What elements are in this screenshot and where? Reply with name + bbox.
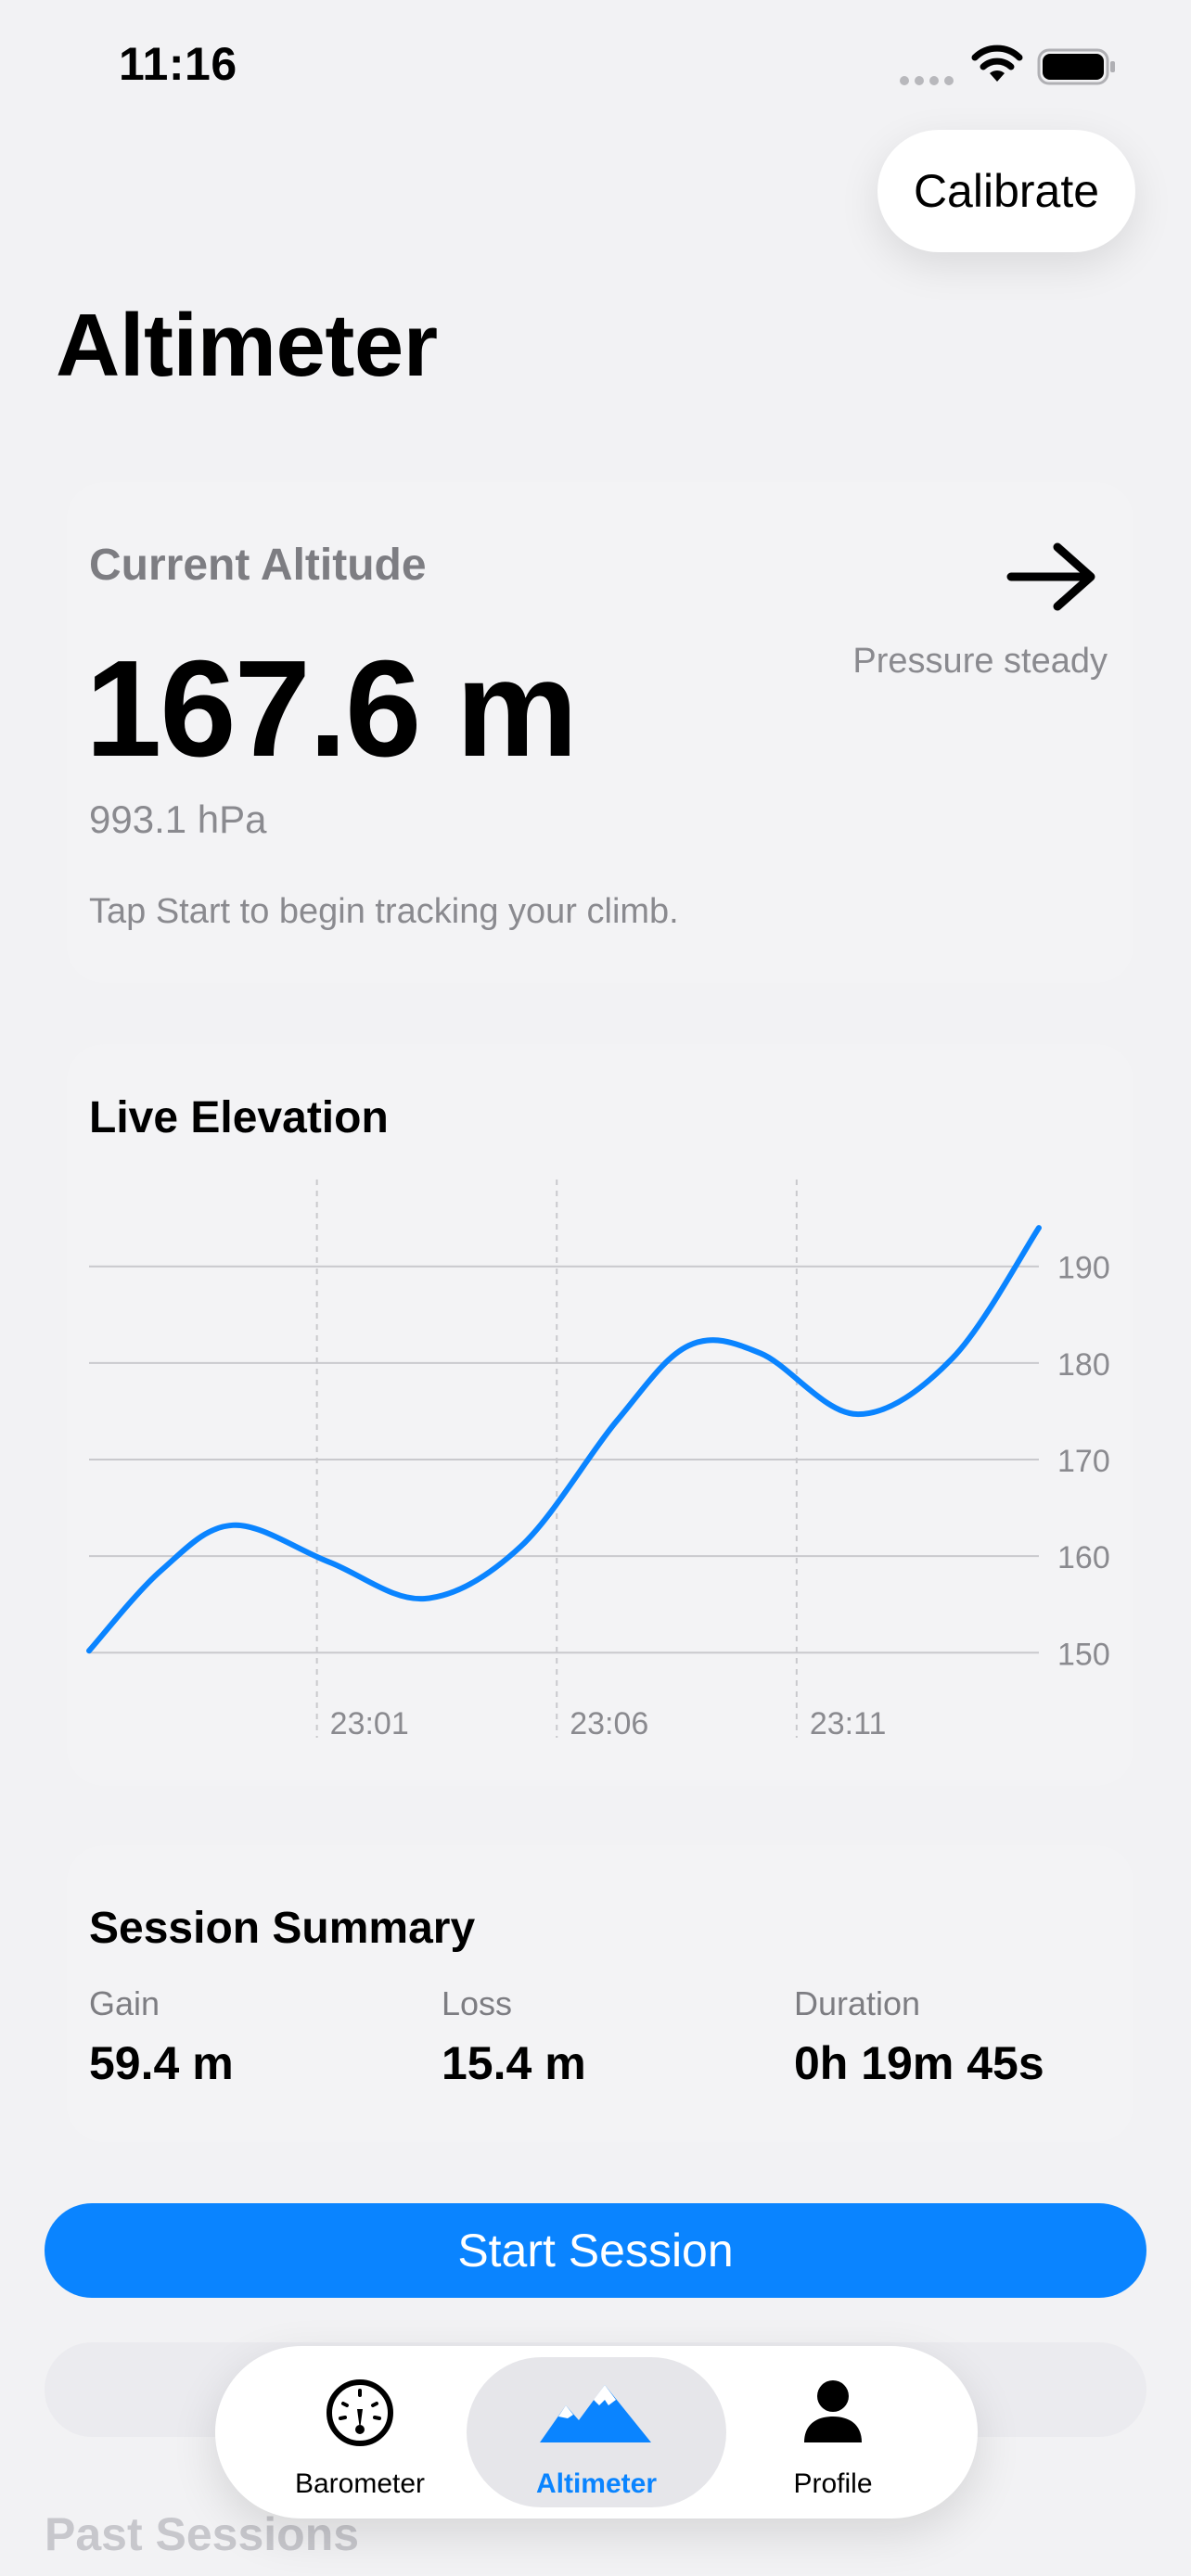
arrow-right-icon: [1006, 542, 1095, 611]
summary-title: Session Summary: [89, 1904, 476, 1953]
person-icon: [804, 2380, 862, 2442]
tab-label-barometer: Barometer: [294, 2468, 426, 2499]
duration-label: Duration: [794, 1984, 921, 2022]
x-tick-label: 23:11: [810, 1706, 887, 1741]
tab-bar: Barometer Altimeter Profile: [215, 2346, 978, 2519]
mountains-icon: [540, 2385, 651, 2442]
start-session-button[interactable]: Start Session: [45, 2203, 1146, 2298]
altitude-value: 167.6 m: [85, 632, 578, 785]
altimeter-screen: 11:16 Calibrate Altimeter Current Altitu…: [0, 0, 1191, 2576]
y-tick-label: 180: [1057, 1347, 1110, 1383]
status-time: 11:16: [119, 38, 237, 90]
x-tick-label: 23:06: [570, 1706, 648, 1741]
pressure-trend-text: Pressure steady: [852, 642, 1108, 681]
loss-value: 15.4 m: [442, 2037, 586, 2089]
battery-icon: [1037, 48, 1115, 85]
loss-label: Loss: [442, 1984, 513, 2022]
altitude-label: Current Altitude: [89, 541, 427, 590]
duration-stat: Duration 0h 19m 45s: [794, 1984, 1044, 2090]
y-tick-label: 150: [1057, 1637, 1110, 1672]
elevation-chart: 150 160 170 180 190 23:01 23:06 23:11: [86, 1180, 1110, 1741]
y-tick-label: 160: [1057, 1540, 1110, 1575]
elevation-series-line: [86, 1225, 1042, 1654]
calibrate-button[interactable]: Calibrate: [877, 130, 1135, 252]
live-elevation-card: Live Elevation 150 160 170 180 190 23:01 23:06…: [67, 1044, 1133, 1786]
tab-profile[interactable]: Profile: [703, 2357, 963, 2507]
tab-altimeter[interactable]: Altimeter: [467, 2357, 726, 2507]
gain-stat: Gain 59.4 m: [89, 1984, 234, 2090]
cellular-signal-icon: [900, 76, 954, 85]
y-tick-label: 190: [1057, 1251, 1110, 1286]
gain-value: 59.4 m: [89, 2037, 234, 2089]
current-altitude-card: Current Altitude 167.6 m 993.1 hPa Tap S…: [67, 482, 1133, 983]
duration-value: 0h 19m 45s: [794, 2037, 1044, 2089]
tab-barometer[interactable]: Barometer: [230, 2357, 490, 2507]
x-tick-label: 23:01: [330, 1706, 409, 1741]
pressure-value: 993.1 hPa: [89, 797, 267, 841]
loss-stat: Loss 15.4 m: [442, 1984, 586, 2090]
y-tick-label: 170: [1057, 1444, 1110, 1479]
gauge-icon: [327, 2379, 393, 2446]
wifi-icon: [971, 45, 1023, 82]
tab-label-altimeter: Altimeter: [535, 2468, 658, 2499]
gain-label: Gain: [89, 1984, 160, 2022]
tab-label-profile: Profile: [793, 2468, 873, 2499]
page-title: Altimeter: [56, 296, 438, 395]
tracking-hint: Tap Start to begin tracking your climb.: [89, 892, 679, 931]
session-summary-card: Session Summary Gain 59.4 m Loss 15.4 m …: [67, 1845, 1133, 2142]
